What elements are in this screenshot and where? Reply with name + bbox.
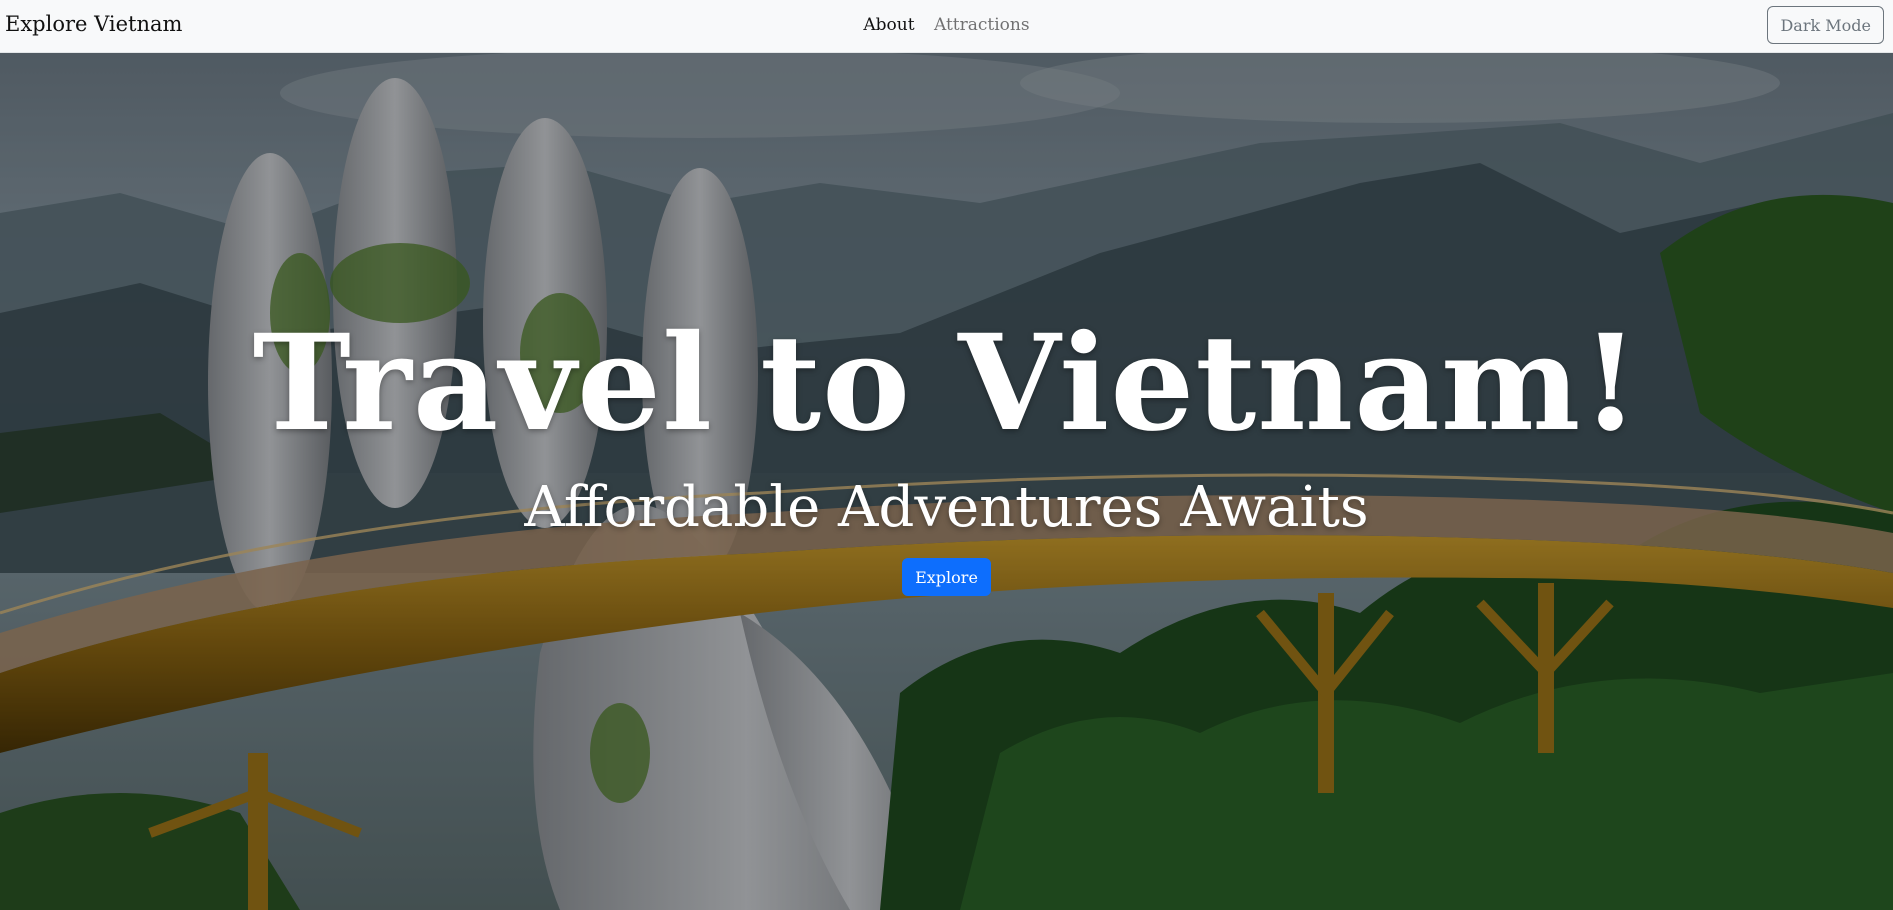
nav-link-attractions[interactable]: Attractions (934, 15, 1030, 35)
hero-subtitle: Affordable Adventures Awaits (524, 475, 1369, 540)
dark-mode-button[interactable]: Dark Mode (1767, 6, 1884, 44)
explore-button[interactable]: Explore (902, 558, 991, 596)
nav-link-about[interactable]: About (863, 15, 914, 35)
hero-section: Travel to Vietnam! Affordable Adventures… (0, 53, 1893, 910)
hero-content: Travel to Vietnam! Affordable Adventures… (0, 318, 1893, 596)
nav-links: About Attractions (0, 15, 1893, 35)
navbar: Explore Vietnam About Attractions Dark M… (0, 0, 1893, 53)
hero-title: Travel to Vietnam! (252, 306, 1641, 461)
